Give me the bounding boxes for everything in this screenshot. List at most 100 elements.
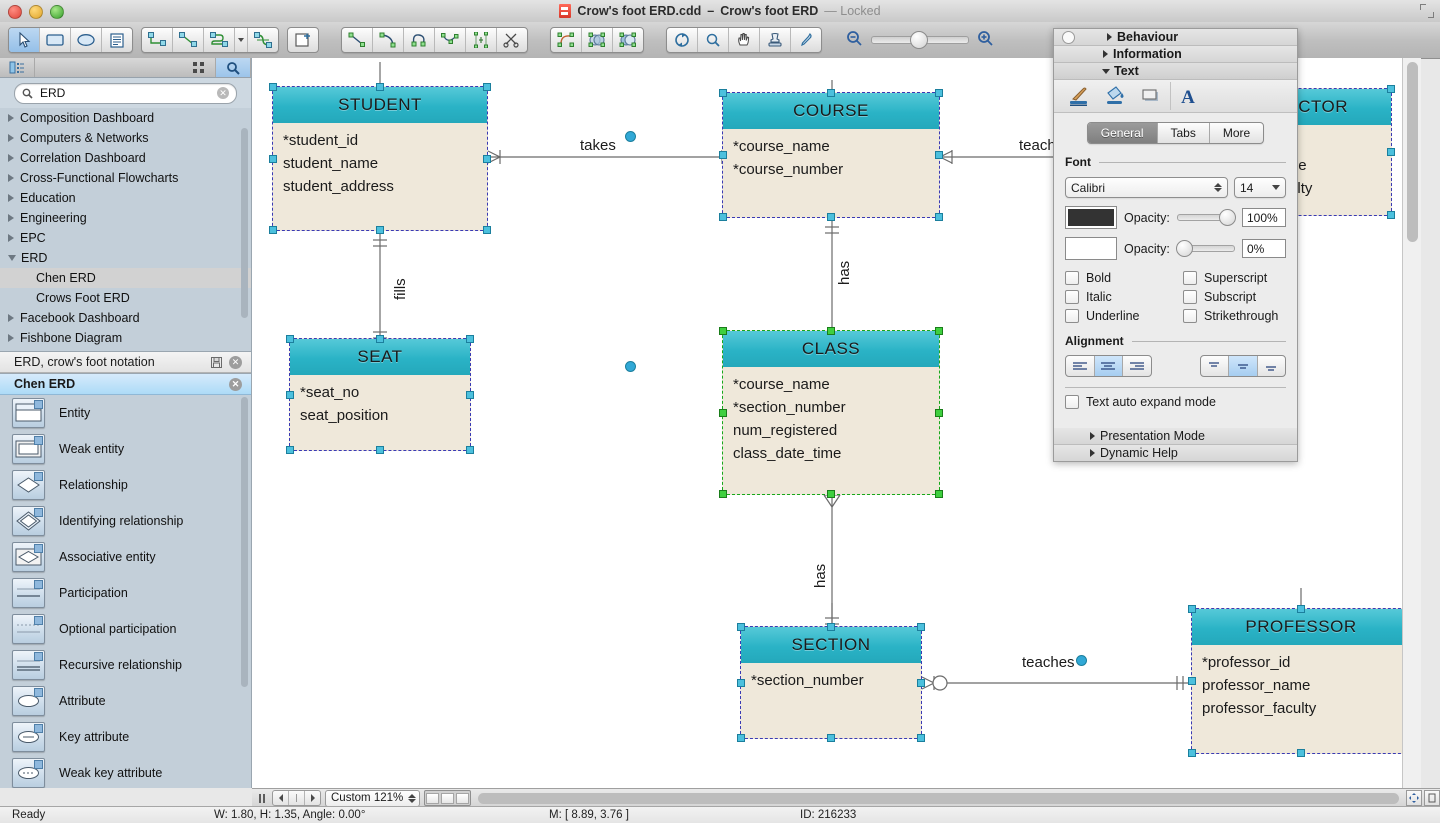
library-header-crowsfoot[interactable]: ERD, crow's foot notation✕ (0, 351, 251, 373)
checkbox-bold[interactable]: Bold (1065, 271, 1183, 285)
chevron-down-icon[interactable] (8, 255, 16, 261)
chevron-right-icon[interactable] (8, 134, 14, 142)
union-shapes-tool[interactable] (582, 28, 613, 52)
relationship-label[interactable]: takes (580, 137, 616, 154)
weak-entity-shape-icon[interactable] (12, 434, 45, 464)
recursive-relationship-icon[interactable] (12, 650, 45, 680)
weak-key-attribute-icon[interactable] (12, 758, 45, 788)
tree-item-crows-foot-erd[interactable]: Crows Foot ERD (0, 288, 251, 308)
properties-section-information[interactable]: Information (1054, 46, 1297, 63)
font-size-select[interactable]: 14 (1234, 177, 1286, 198)
properties-section-behaviour[interactable]: Behaviour (1054, 29, 1297, 46)
resize-handle-n[interactable] (827, 623, 835, 631)
resize-handle-n[interactable] (827, 89, 835, 97)
window-controls[interactable] (8, 5, 64, 19)
fill-style-button[interactable] (1098, 82, 1132, 110)
resize-handle-n[interactable] (376, 83, 384, 91)
pause-icon[interactable] (256, 791, 268, 805)
slider-knob[interactable] (1176, 240, 1193, 257)
relationship-label[interactable]: fills (392, 278, 409, 300)
checkbox-box[interactable] (1065, 290, 1079, 304)
chevron-right-icon[interactable] (8, 214, 14, 222)
connector-anchor-section[interactable] (1076, 655, 1087, 666)
chevron-right-icon[interactable] (8, 114, 14, 122)
resize-handle-ne[interactable] (935, 89, 943, 97)
properties-section-text[interactable]: Text (1054, 63, 1297, 80)
resize-handle-w[interactable] (269, 155, 277, 163)
associative-entity-icon[interactable] (12, 542, 45, 572)
tree-item-erd[interactable]: ERD (0, 248, 251, 268)
detach-connector-tool[interactable] (287, 27, 319, 53)
tree-item-computers-networks[interactable]: Computers & Networks (0, 128, 251, 148)
shape-item-entity[interactable]: Entity (0, 395, 251, 431)
rotate-shape-tool[interactable] (551, 28, 582, 52)
shape-item-associative-entity[interactable]: Associative entity (0, 539, 251, 575)
properties-tab-group[interactable]: General Tabs More (1087, 122, 1264, 144)
shape-item-attribute[interactable]: Attribute (0, 683, 251, 719)
fit-page-icon[interactable] (441, 793, 454, 804)
page-layout-icon[interactable] (426, 793, 439, 804)
auto-expand-checkbox[interactable] (1065, 395, 1079, 409)
zoom-out-icon[interactable] (846, 30, 863, 50)
resize-handle-ne[interactable] (917, 623, 925, 631)
resize-handle-n[interactable] (827, 327, 835, 335)
resize-handle-sw[interactable] (719, 490, 727, 498)
next-page-icon[interactable] (305, 791, 320, 805)
shape-item-weak-entity[interactable]: Weak entity (0, 431, 251, 467)
resize-handle-ne[interactable] (483, 83, 491, 91)
resize-handle-sw[interactable] (1188, 749, 1196, 757)
tree-item-epc[interactable]: EPC (0, 228, 251, 248)
chevron-right-icon[interactable] (8, 174, 14, 182)
resize-grip-icon[interactable] (1424, 790, 1440, 806)
checkbox-underline[interactable]: Underline (1065, 309, 1183, 323)
resize-handle-e[interactable] (483, 155, 491, 163)
tab-tabs[interactable]: Tabs (1158, 123, 1210, 143)
connector-anchor-student[interactable] (625, 131, 636, 142)
zoom-slider-group[interactable] (846, 30, 994, 50)
resize-handle-w[interactable] (286, 391, 294, 399)
checkbox-italic[interactable]: Italic (1065, 290, 1183, 304)
freehand-tool[interactable] (435, 28, 466, 52)
shape-item-recursive-relationship[interactable]: Recursive relationship (0, 647, 251, 683)
resize-handle-ne[interactable] (1387, 85, 1395, 93)
properties-section-presentation-mode[interactable]: Presentation Mode (1054, 428, 1297, 445)
checkbox-superscript[interactable]: Superscript (1183, 271, 1286, 285)
stepper-icon[interactable] (408, 794, 416, 803)
tree-item-fishbone-diagram[interactable]: Fishbone Diagram (0, 328, 251, 348)
resize-handle-s[interactable] (1297, 749, 1305, 757)
relationship-diamond-icon[interactable] (12, 470, 45, 500)
properties-section-dynamic-help[interactable]: Dynamic Help (1054, 445, 1297, 461)
search-box[interactable]: ✕ (14, 83, 237, 104)
resize-handle-sw[interactable] (737, 734, 745, 742)
canvas-vertical-scrollbar[interactable] (1407, 62, 1418, 242)
chevron-right-icon[interactable] (8, 234, 14, 242)
tree-item-cross-functional-flowcharts[interactable]: Cross-Functional Flowcharts (0, 168, 251, 188)
resize-handle-sw[interactable] (719, 213, 727, 221)
key-attribute-icon[interactable] (12, 722, 45, 752)
chevron-right-icon[interactable] (8, 194, 14, 202)
rectangle-tool[interactable] (40, 28, 71, 52)
chevron-right-icon[interactable] (8, 314, 14, 322)
background-color-swatch[interactable] (1065, 237, 1117, 260)
line-tool[interactable] (342, 28, 373, 52)
background-opacity-value[interactable]: 0% (1242, 239, 1286, 258)
entity-section[interactable]: SECTION*section_number (740, 626, 922, 739)
entity-professor[interactable]: PROFESSOR*professor_idprofessor_nameprof… (1191, 608, 1411, 754)
canvas-horizontal-scrollbar[interactable] (478, 793, 1399, 804)
resize-handle-nw[interactable] (269, 83, 277, 91)
entity-class[interactable]: CLASS*course_name*section_numbernum_regi… (722, 330, 940, 495)
resize-handle-nw[interactable] (286, 335, 294, 343)
minimize-window-button[interactable] (29, 5, 43, 19)
entity-seat[interactable]: SEAT*seat_noseat_position (289, 338, 471, 451)
resize-handle-se[interactable] (483, 226, 491, 234)
connector-anchor-seat[interactable] (625, 361, 636, 372)
direct-connector-tool[interactable] (173, 28, 204, 52)
pan-hand-tool[interactable] (729, 28, 760, 52)
bezier-curve-tool[interactable] (404, 28, 435, 52)
participation-icon[interactable] (12, 578, 45, 608)
pen-style-button[interactable] (1062, 82, 1096, 110)
checkbox-strikethrough[interactable]: Strikethrough (1183, 309, 1286, 323)
shadow-style-button[interactable] (1134, 82, 1168, 110)
resize-handle-se[interactable] (917, 734, 925, 742)
arc-tool[interactable] (373, 28, 404, 52)
